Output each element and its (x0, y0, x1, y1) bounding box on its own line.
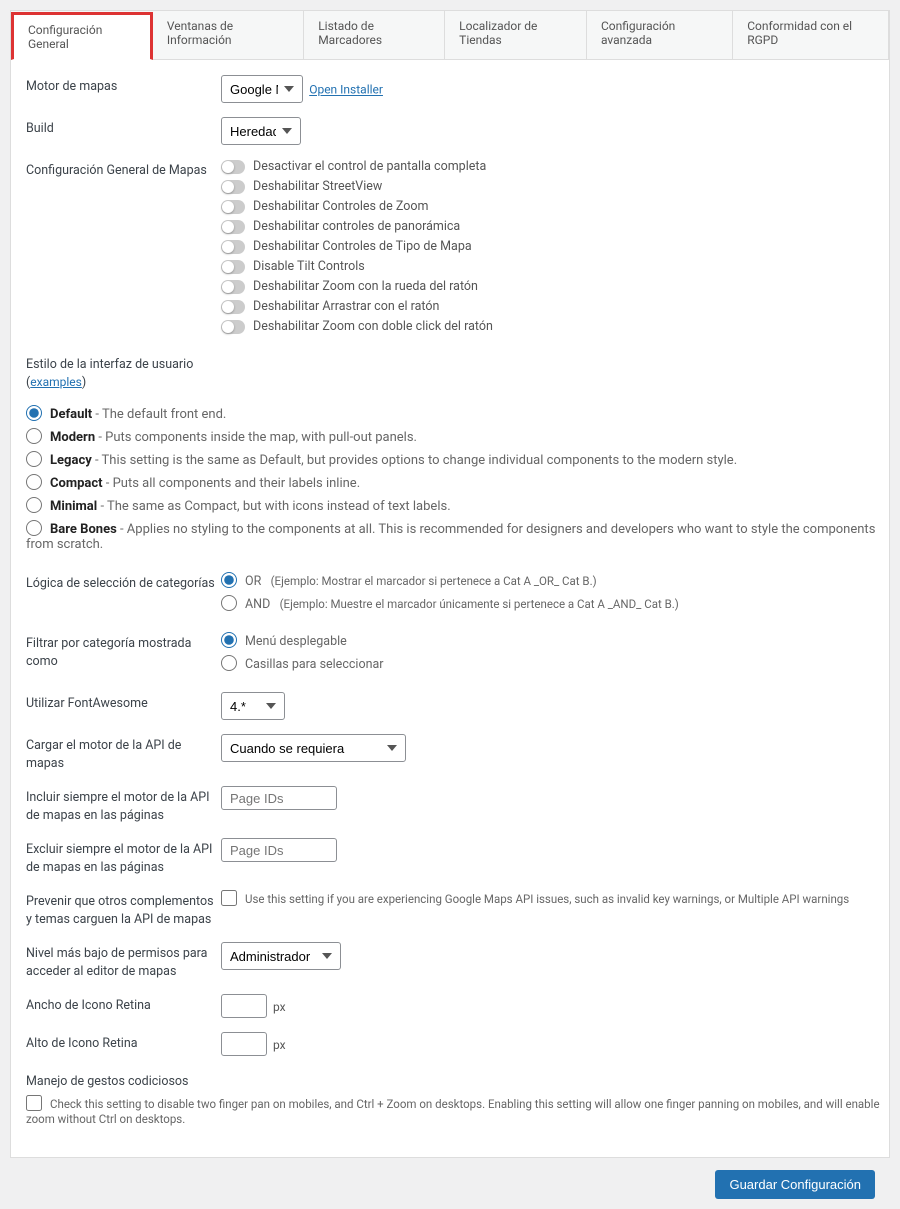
logic-and-radio[interactable] (221, 595, 237, 611)
tab-info-windows[interactable]: Ventanas de Información (153, 11, 304, 59)
uistyle-radio-3[interactable] (26, 474, 42, 490)
toggle-label-2: Deshabilitar Controles de Zoom (253, 199, 428, 214)
uistyle-radio-4[interactable] (26, 497, 42, 513)
toggle-switch-8[interactable] (221, 320, 245, 334)
map-engine-select[interactable]: Google Maps (221, 75, 303, 103)
toggle-label-1: Deshabilitar StreetView (253, 179, 382, 194)
fontawesome-select[interactable]: 4.* (221, 692, 285, 720)
prevent-others-checkbox[interactable] (221, 890, 237, 906)
uistyle-radio-5[interactable] (26, 520, 42, 536)
tabs-nav: Configuración General Ventanas de Inform… (11, 11, 889, 60)
uistyle-radio-2[interactable] (26, 451, 42, 467)
retina-height-label: Alto de Icono Retina (26, 1032, 221, 1053)
filter-dropdown-radio[interactable] (221, 632, 237, 648)
toggle-switch-0[interactable] (221, 160, 245, 174)
tab-store-locator[interactable]: Localizador de Tiendas (445, 11, 587, 59)
toggle-label-4: Deshabilitar Controles de Tipo de Mapa (253, 239, 472, 254)
build-select[interactable]: Heredado (221, 117, 301, 145)
toggle-label-6: Deshabilitar Zoom con la rueda del ratón (253, 279, 478, 294)
toggle-label-5: Disable Tilt Controls (253, 259, 365, 274)
always-exclude-input[interactable] (221, 838, 337, 862)
uistyle-radio-1[interactable] (26, 428, 42, 444)
tab-general[interactable]: Configuración General (11, 12, 153, 60)
api-load-label: Cargar el motor de la API de mapas (26, 734, 221, 772)
api-load-select[interactable]: Cuando se requiera (221, 734, 406, 762)
toggle-switch-1[interactable] (221, 180, 245, 194)
toggle-label-0: Desactivar el control de pantalla comple… (253, 159, 486, 174)
logic-or-radio[interactable] (221, 572, 237, 588)
category-logic-label: Lógica de selección de categorías (26, 572, 221, 593)
retina-width-label: Ancho de Icono Retina (26, 994, 221, 1015)
tab-marker-listing[interactable]: Listado de Marcadores (304, 11, 445, 59)
toggle-label-7: Deshabilitar Arrastrar con el ratón (253, 299, 439, 314)
always-exclude-label: Excluir siempre el motor de la API de ma… (26, 838, 221, 876)
permission-select[interactable]: Administrador (221, 942, 341, 970)
greedy-gestures-checkbox[interactable] (26, 1095, 42, 1111)
fontawesome-label: Utilizar FontAwesome (26, 692, 221, 713)
filter-display-label: Filtrar por categoría mostrada como (26, 632, 221, 670)
greedy-gestures-label: Manejo de gestos codiciosos (26, 1070, 889, 1091)
always-include-input[interactable] (221, 786, 337, 810)
toggle-switch-2[interactable] (221, 200, 245, 214)
open-installer-link[interactable]: Open Installer (309, 83, 383, 97)
toggle-switch-4[interactable] (221, 240, 245, 254)
toggle-switch-5[interactable] (221, 260, 245, 274)
save-button[interactable]: Guardar Configuración (715, 1170, 875, 1199)
toggle-switch-7[interactable] (221, 300, 245, 314)
map-engine-label: Motor de mapas (26, 75, 221, 96)
permission-level-label: Nivel más bajo de permisos para acceder … (26, 942, 221, 980)
toggle-switch-6[interactable] (221, 280, 245, 294)
always-include-label: Incluir siempre el motor de la API de ma… (26, 786, 221, 824)
uistyle-radio-0[interactable] (26, 405, 42, 421)
examples-link[interactable]: examples (30, 375, 82, 389)
ui-style-label: Estilo de la interfaz de usuario (exampl… (26, 353, 889, 391)
build-label: Build (26, 117, 221, 138)
prevent-others-label: Prevenir que otros complementos y temas … (26, 890, 221, 928)
toggle-switch-3[interactable] (221, 220, 245, 234)
toggle-label-8: Deshabilitar Zoom con doble click del ra… (253, 319, 493, 334)
tab-gdpr[interactable]: Conformidad con el RGPD (733, 11, 889, 59)
toggle-label-3: Deshabilitar controles de panorámica (253, 219, 460, 234)
filter-checkbox-radio[interactable] (221, 655, 237, 671)
general-map-config-label: Configuración General de Mapas (26, 159, 221, 180)
retina-width-input[interactable] (221, 994, 267, 1018)
tab-advanced[interactable]: Configuración avanzada (587, 11, 733, 59)
retina-height-input[interactable] (221, 1032, 267, 1056)
